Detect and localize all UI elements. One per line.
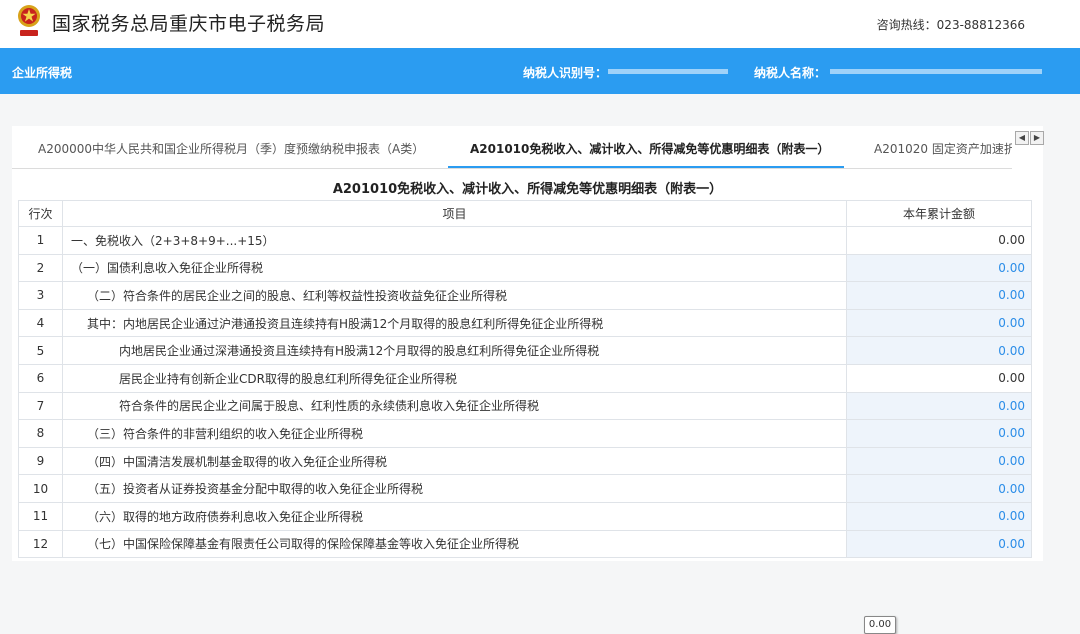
value-tooltip: 0.00	[864, 616, 896, 634]
table-row: 3 （二）符合条件的居民企业之间的股息、红利等权益性投资收益免征企业所得税 0.00	[18, 281, 1032, 310]
amount-value: 0.00	[846, 226, 1032, 255]
top-header: 国家税务总局重庆市电子税务局 咨询热线：023-88812366	[0, 0, 1080, 48]
taxpayer-id-label: 纳税人识别号：	[523, 66, 608, 80]
row-item-label: 符合条件的居民企业之间属于股息、红利性质的永续债利息收入免征企业所得税	[62, 391, 847, 421]
tax-emblem-icon	[18, 5, 40, 36]
table-row: 4 其中：内地居民企业通过沪港通投资且连续持有H股满12个月取得的股息红利所得免征…	[18, 308, 1032, 338]
row-item-label: 居民企业持有创新企业CDR取得的股息红利所得免征企业所得税	[62, 363, 847, 393]
hotline-text: 咨询热线：023-88812366	[876, 18, 1025, 32]
taxpayer-name-label: 纳税人名称：	[754, 66, 827, 80]
taxpayer-id-redacted	[608, 69, 728, 74]
amount-value: 0.00	[846, 363, 1032, 393]
table-row: 6 居民企业持有创新企业CDR取得的股息红利所得免征企业所得税 0.00	[18, 363, 1032, 393]
amount-input[interactable]: 0.00	[846, 501, 1032, 531]
row-number: 2	[18, 253, 63, 283]
table-row: 8 （三）符合条件的非营利组织的收入免征企业所得税 0.00	[18, 419, 1032, 448]
row-item-label: （三）符合条件的非营利组织的收入免征企业所得税	[62, 419, 847, 448]
header-item: 项目	[62, 200, 847, 227]
row-number: 9	[18, 446, 63, 476]
table-row: 2 （一）国债利息收入免征企业所得税 0.00	[18, 253, 1032, 283]
amount-input[interactable]: 0.00	[846, 446, 1032, 476]
row-item-label: （一）国债利息收入免征企业所得税	[62, 253, 847, 283]
row-number: 4	[18, 308, 63, 338]
tab-scroll-controls: ◀ ▶	[1015, 131, 1044, 145]
amount-input[interactable]: 0.00	[846, 336, 1032, 365]
header-amount: 本年累计金额	[846, 200, 1032, 227]
row-item-label: （六）取得的地方政府债券利息收入免征企业所得税	[62, 501, 847, 531]
row-number: 6	[18, 363, 63, 393]
tab-a201020[interactable]: A201020 固定资产加速折旧	[874, 140, 1012, 157]
section-title: 企业所得税	[12, 66, 73, 80]
row-item-label: 内地居民企业通过深港通投资且连续持有H股满12个月取得的股息红利所得免征企业所得…	[62, 336, 847, 365]
table-row: 1 一、免税收入（2+3+8+9+...+15） 0.00	[18, 226, 1032, 255]
taxpayer-bar: 企业所得税 纳税人识别号： 纳税人名称：	[0, 48, 1080, 94]
amount-input[interactable]: 0.00	[846, 308, 1032, 338]
tab-next-icon[interactable]: ▶	[1030, 131, 1044, 145]
taxpayer-name-redacted	[830, 69, 1042, 74]
table-row: 5 内地居民企业通过深港通投资且连续持有H股满12个月取得的股息红利所得免征企业所…	[18, 336, 1032, 365]
row-item-label: （四）中国清洁发展机制基金取得的收入免征企业所得税	[62, 446, 847, 476]
amount-input[interactable]: 0.00	[846, 253, 1032, 283]
amount-input[interactable]: 0.00	[846, 391, 1032, 421]
active-tab-indicator	[448, 166, 844, 168]
header-row-no: 行次	[18, 200, 63, 227]
row-number: 7	[18, 391, 63, 421]
table-row: 12 （七）中国保险保障基金有限责任公司取得的保险保障基金等收入免征企业所得税 0.…	[18, 529, 1032, 559]
row-item-label: （七）中国保险保障基金有限责任公司取得的保险保障基金等收入免征企业所得税	[62, 529, 847, 559]
row-number: 3	[18, 281, 63, 310]
row-number: 12	[18, 529, 63, 559]
tab-a200000[interactable]: A200000中华人民共和国企业所得税月（季）度预缴纳税申报表（A类）	[38, 140, 424, 157]
row-item-label: 其中：内地居民企业通过沪港通投资且连续持有H股满12个月取得的股息红利所得免征企…	[62, 308, 847, 338]
table-row: 11 （六）取得的地方政府债券利息收入免征企业所得税 0.00	[18, 501, 1032, 531]
detail-table: 行次 项目 本年累计金额 1 一、免税收入（2+3+8+9+...+15） 0.00…	[18, 200, 1032, 559]
row-item-label: （五）投资者从证券投资基金分配中取得的收入免征企业所得税	[62, 474, 847, 503]
row-item-label: 一、免税收入（2+3+8+9+...+15）	[62, 226, 847, 255]
table-header-row: 行次 项目 本年累计金额	[18, 200, 1032, 227]
row-number: 11	[18, 501, 63, 531]
row-item-label: （二）符合条件的居民企业之间的股息、红利等权益性投资收益免征企业所得税	[62, 281, 847, 310]
table-row: 10 （五）投资者从证券投资基金分配中取得的收入免征企业所得税 0.00	[18, 474, 1032, 503]
table-title: A201010免税收入、减计收入、所得减免等优惠明细表（附表一）	[332, 182, 723, 197]
form-panel: A200000中华人民共和国企业所得税月（季）度预缴纳税申报表（A类） A201…	[12, 126, 1044, 634]
table-row: 7 符合条件的居民企业之间属于股息、红利性质的永续债利息收入免征企业所得税 0.00	[18, 391, 1032, 421]
row-number: 8	[18, 419, 63, 448]
row-number: 1	[18, 226, 63, 255]
tab-a201010[interactable]: A201010免税收入、减计收入、所得减免等优惠明细表（附表一）	[470, 140, 829, 157]
amount-input[interactable]: 0.00	[846, 474, 1032, 503]
row-number: 5	[18, 336, 63, 365]
amount-input[interactable]: 0.00	[846, 529, 1032, 559]
site-title: 国家税务总局重庆市电子税务局	[52, 13, 326, 35]
form-tabs: A200000中华人民共和国企业所得税月（季）度预缴纳税申报表（A类） A201…	[12, 126, 1012, 169]
row-number: 10	[18, 474, 63, 503]
table-row: 9 （四）中国清洁发展机制基金取得的收入免征企业所得税 0.00	[18, 446, 1032, 476]
amount-input[interactable]: 0.00	[846, 419, 1032, 448]
tab-prev-icon[interactable]: ◀	[1015, 131, 1029, 145]
amount-input[interactable]: 0.00	[846, 281, 1032, 310]
